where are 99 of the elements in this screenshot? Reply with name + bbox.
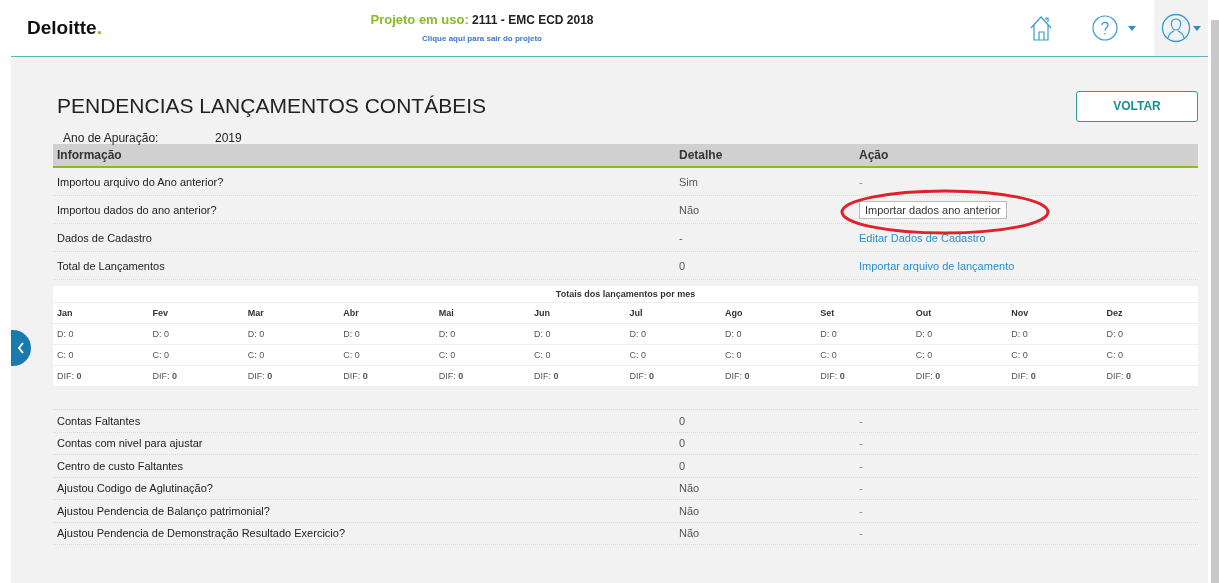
credit-cell: C: 0	[339, 345, 435, 366]
credit-cell: C: 0	[720, 345, 817, 366]
scrollbar[interactable]	[1211, 20, 1219, 583]
difference-cell: DIF: 0	[530, 366, 626, 387]
difference-cell: DIF: 0	[816, 366, 912, 387]
difference-cell: DIF: 0	[243, 366, 340, 387]
table-cell-text: 0	[679, 437, 687, 450]
table-cell-text: 0	[679, 259, 687, 272]
month-header: Fev	[148, 303, 244, 324]
table-cell-text: Não	[679, 527, 701, 540]
table-cell-text: Não	[679, 504, 701, 517]
debit-cell: D: 0	[625, 324, 721, 345]
home-icon[interactable]	[1030, 15, 1052, 41]
table-cell: -	[859, 175, 863, 188]
credit-cell: C: 0	[911, 345, 1008, 366]
month-header: Set	[816, 303, 912, 324]
month-header: Mar	[243, 303, 340, 324]
import-button[interactable]: Importar dados ano anterior	[859, 200, 1007, 219]
table-cell-text: Total de Lançamentos	[56, 259, 166, 272]
help-icon[interactable]	[1092, 15, 1118, 41]
debit-cell: D: 0	[339, 324, 435, 345]
difference-cell: DIF: 0	[911, 366, 1008, 387]
debit-cell: D: 0	[530, 324, 626, 345]
table-cell: -	[859, 414, 863, 427]
monthly-totals-title: Totais dos lançamentos por mes	[53, 286, 1198, 303]
credit-cell: C: 0	[530, 345, 626, 366]
year-value: 2019	[215, 130, 242, 145]
action-link[interactable]: Importar arquivo de lançamento	[859, 259, 1015, 272]
table-cell-text: 0	[679, 414, 687, 427]
table-cell-text: Importou arquivo do Ano anterior?	[56, 175, 225, 188]
project-name: 2111 - EMC ECD 2018	[472, 12, 594, 27]
debit-cell: D: 0	[1102, 324, 1198, 345]
difference-cell: DIF: 0	[148, 366, 244, 387]
credit-cell: C: 0	[434, 345, 531, 366]
month-header: Ago	[720, 303, 817, 324]
difference-cell: DIF: 0	[1102, 366, 1198, 387]
table-cell-text: Ajustou Pendencia de Balanço patrimonial?	[56, 504, 271, 517]
credit-cell: C: 0	[1007, 345, 1103, 366]
month-header: Out	[911, 303, 1008, 324]
table-cell-text: Ajustou Pendencia de Demonstração Resultado Exercicio?	[56, 527, 346, 540]
debit-cell: D: 0	[1007, 324, 1103, 345]
table-cell: -	[859, 437, 863, 450]
table-cell-text: Ajustou Codigo de Aglutinação?	[56, 482, 214, 495]
credit-cell: C: 0	[816, 345, 912, 366]
debit-cell: D: 0	[720, 324, 817, 345]
credit-cell: C: 0	[243, 345, 340, 366]
table-cell: -	[859, 504, 863, 517]
debit-cell: D: 0	[148, 324, 244, 345]
exit-project-link[interactable]: Clique aqui para sair do projeto	[422, 33, 542, 43]
chevron-left-icon	[17, 342, 25, 354]
month-header: Mai	[434, 303, 531, 324]
difference-cell: DIF: 0	[625, 366, 721, 387]
year-label: Ano de Apuração:	[63, 130, 160, 145]
credit-cell: C: 0	[1102, 345, 1198, 366]
project-label: Projeto em uso:	[370, 11, 469, 27]
debit-cell: D: 0	[434, 324, 531, 345]
page-title: PENDENCIAS LANÇAMENTOS CONTÁBEIS	[57, 94, 487, 118]
month-header: Abr	[339, 303, 435, 324]
table-cell-text: 0	[679, 459, 687, 472]
column-header: Detalhe	[679, 148, 724, 162]
logo[interactable]: Deloitte.	[27, 17, 357, 39]
month-header: Dez	[1102, 303, 1198, 324]
credit-cell: C: 0	[148, 345, 244, 366]
back-button[interactable]: VOLTAR	[1076, 90, 1198, 122]
table-cell: -	[859, 482, 863, 495]
month-header: Jun	[530, 303, 626, 324]
action-link[interactable]: Editar Dados de Cadastro	[859, 231, 986, 244]
month-header: Jan	[53, 303, 149, 324]
difference-cell: DIF: 0	[53, 366, 149, 387]
credit-cell: C: 0	[53, 345, 149, 366]
debit-cell: D: 0	[816, 324, 912, 345]
table-cell-text: Dados de Cadastro	[56, 231, 153, 244]
difference-cell: DIF: 0	[720, 366, 817, 387]
debit-cell: D: 0	[53, 324, 149, 345]
table-cell-text: Contas com nivel para ajustar	[56, 437, 204, 450]
table-cell-text: Não	[679, 482, 701, 495]
column-header: Ação	[859, 148, 890, 162]
table-cell-text: Contas Faltantes	[56, 414, 142, 427]
table-cell-text: Importou dados do ano anterior?	[56, 203, 218, 216]
credit-cell: C: 0	[625, 345, 721, 366]
table-cell-text: -	[679, 231, 684, 244]
debit-cell: D: 0	[243, 324, 340, 345]
difference-cell: DIF: 0	[434, 366, 531, 387]
table-cell: -	[859, 459, 863, 472]
user-icon	[1161, 13, 1191, 43]
table-cell: -	[859, 527, 863, 540]
table-cell-text: Não	[679, 203, 701, 216]
caret-icon	[1193, 25, 1201, 31]
month-header: Jul	[625, 303, 721, 324]
month-header: Nov	[1007, 303, 1103, 324]
debit-cell: D: 0	[911, 324, 1008, 345]
user-menu[interactable]	[1154, 0, 1208, 56]
sidebar-toggle[interactable]	[11, 330, 31, 366]
difference-cell: DIF: 0	[339, 366, 435, 387]
table-cell-text: Centro de custo Faltantes	[56, 459, 184, 472]
column-header: Informação	[56, 148, 123, 162]
table-cell-text: Sim	[679, 175, 699, 188]
difference-cell: DIF: 0	[1007, 366, 1103, 387]
caret-icon[interactable]	[1128, 25, 1136, 31]
